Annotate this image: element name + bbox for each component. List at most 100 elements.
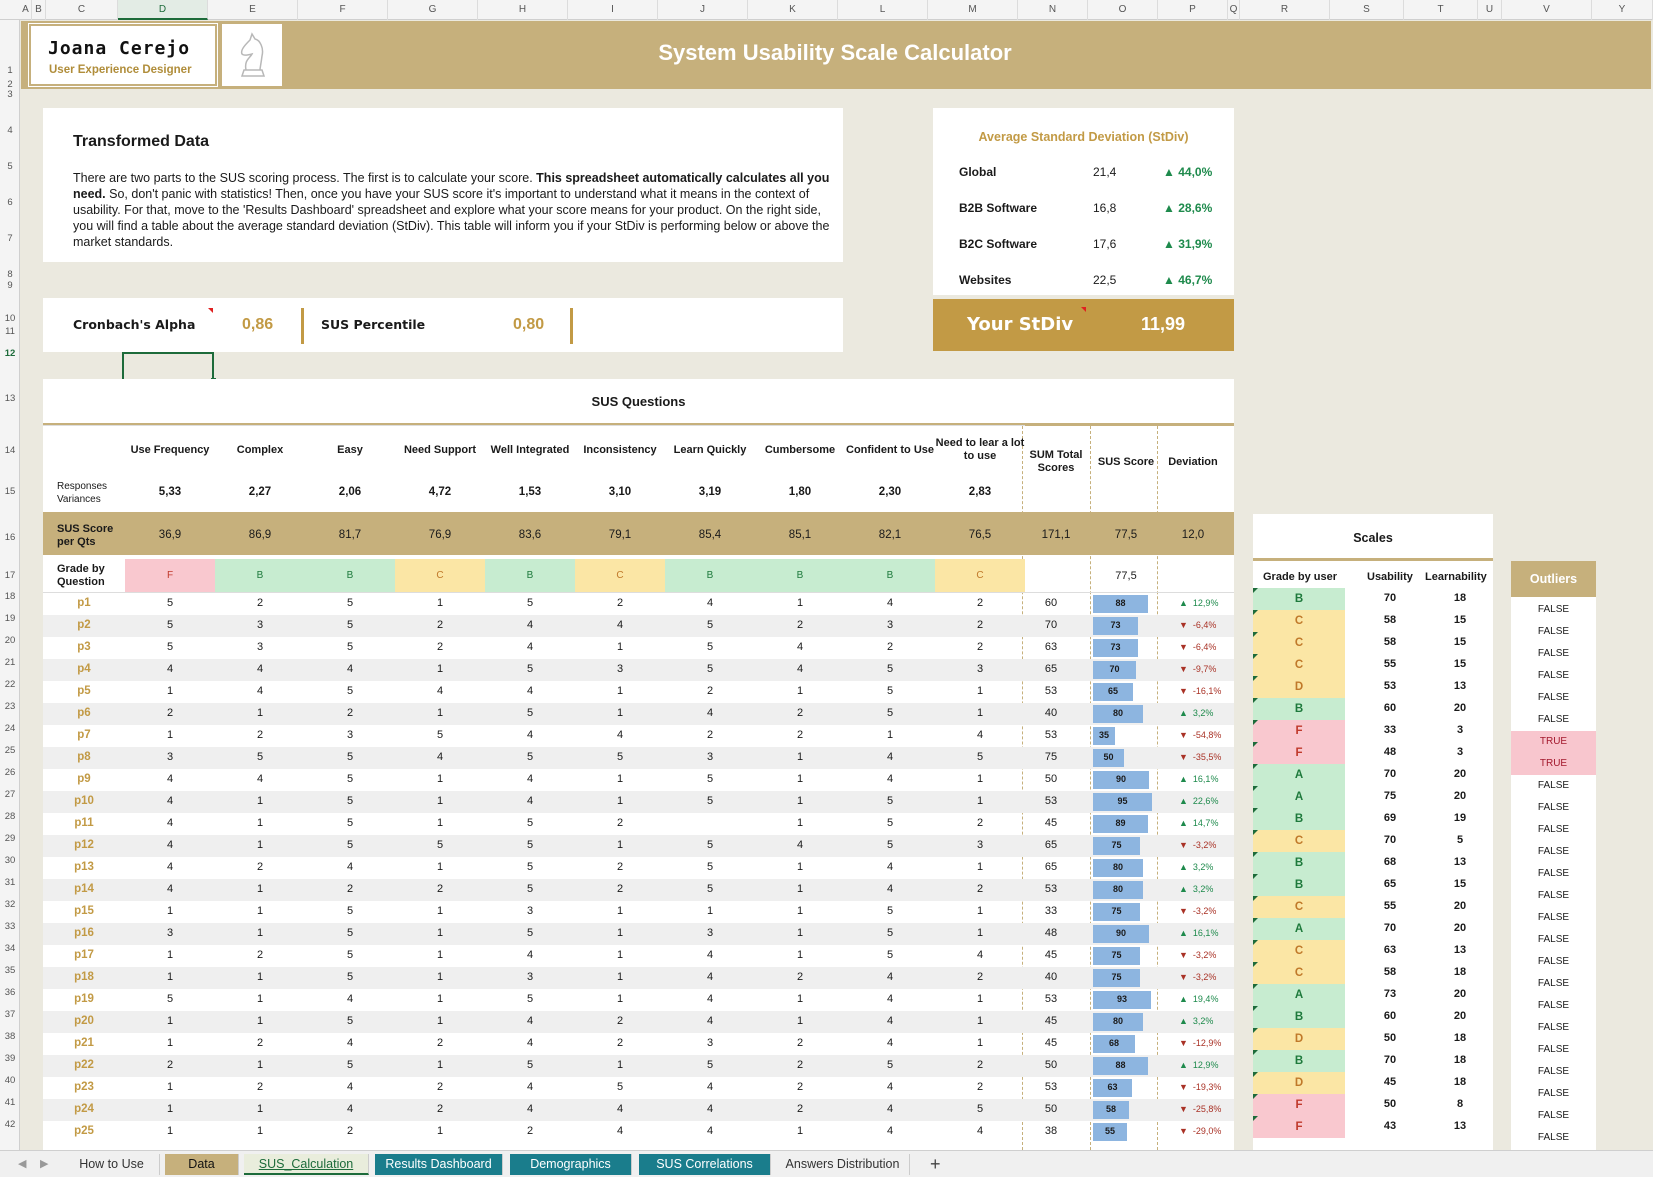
selected-cell[interactable] — [122, 352, 216, 383]
row-header-29[interactable]: 29 — [0, 833, 20, 844]
column-header-n[interactable]: N — [1018, 0, 1088, 20]
column-header-b[interactable]: B — [32, 0, 46, 20]
column-header-v[interactable]: V — [1502, 0, 1592, 20]
row-header-5[interactable]: 5 — [0, 161, 20, 172]
sus-percentile-value[interactable]: 0,80 — [513, 316, 544, 334]
total-score: 45 — [1044, 949, 1058, 961]
sheet-tab-sus-correlations[interactable]: SUS Correlations — [639, 1154, 771, 1175]
sheet-tab-how-to-use[interactable]: How to Use — [64, 1154, 160, 1175]
next-sheet-icon[interactable]: ▶ — [40, 1157, 48, 1170]
row-header-17[interactable]: 17 — [0, 570, 20, 581]
sheet-tab-sus-calculation[interactable]: SUS_Calculation — [244, 1154, 369, 1175]
cell-note-marker — [1253, 1116, 1258, 1121]
row-header-22[interactable]: 22 — [0, 679, 20, 690]
row-header-16[interactable]: 16 — [0, 532, 20, 543]
column-header-y[interactable]: Y — [1592, 0, 1653, 20]
row-header-31[interactable]: 31 — [0, 877, 20, 888]
column-header-e[interactable]: E — [208, 0, 298, 20]
row-header-4[interactable]: 4 — [0, 125, 20, 136]
row-header-41[interactable]: 41 — [0, 1097, 20, 1108]
row-header-19[interactable]: 19 — [0, 613, 20, 624]
column-header-h[interactable]: H — [478, 0, 568, 20]
row-header-1[interactable]: 1 — [0, 65, 20, 76]
cell-note-marker — [1253, 676, 1258, 681]
stdiv-panel: Average Standard Deviation (StDiv) Globa… — [933, 108, 1234, 295]
row-header-12[interactable]: 12 — [0, 348, 20, 359]
column-header-u[interactable]: U — [1478, 0, 1502, 20]
column-header-m[interactable]: M — [928, 0, 1018, 20]
row-header-21[interactable]: 21 — [0, 657, 20, 668]
answer-value: 5 — [346, 685, 354, 697]
row-header-28[interactable]: 28 — [0, 811, 20, 822]
learnability-value: 15 — [1453, 878, 1467, 890]
column-header-c[interactable]: C — [46, 0, 118, 20]
cell-note-marker — [1253, 1006, 1258, 1011]
row-header-27[interactable]: 27 — [0, 789, 20, 800]
row-header-37[interactable]: 37 — [0, 1009, 20, 1020]
column-header-t[interactable]: T — [1404, 0, 1478, 20]
row-header-8[interactable]: 8 — [0, 269, 20, 280]
sus-score-value: 65 — [1107, 686, 1118, 696]
row-header-13[interactable]: 13 — [0, 393, 20, 404]
outliers-header: Outliers — [1511, 561, 1596, 597]
row-header-30[interactable]: 30 — [0, 855, 20, 866]
sheet-tab-results-dashboard[interactable]: Results Dashboard — [375, 1154, 503, 1175]
prev-sheet-icon[interactable]: ◀ — [18, 1157, 26, 1170]
column-header-o[interactable]: O — [1088, 0, 1158, 20]
stdiv-change-text: 28,6% — [1178, 201, 1213, 215]
row-header-42[interactable]: 42 — [0, 1119, 20, 1130]
column-header-f[interactable]: F — [298, 0, 388, 20]
column-header-j[interactable]: J — [658, 0, 748, 20]
row-header-9[interactable]: 9 — [0, 280, 20, 291]
column-header-i[interactable]: I — [568, 0, 658, 20]
row-header-38[interactable]: 38 — [0, 1031, 20, 1042]
usability-value: 70 — [1383, 592, 1397, 604]
row-header-14[interactable]: 14 — [0, 445, 20, 456]
row-header-18[interactable]: 18 — [0, 591, 20, 602]
comment-marker[interactable] — [1081, 307, 1086, 312]
question-header: Well Integrated — [490, 443, 570, 456]
scales-panel: Scales Grade by user Usability Learnabil… — [1253, 514, 1493, 1150]
answer-value: 1 — [256, 839, 264, 851]
row-header-34[interactable]: 34 — [0, 943, 20, 954]
add-sheet-icon[interactable]: + — [930, 1154, 941, 1175]
column-header-g[interactable]: G — [388, 0, 478, 20]
column-header-r[interactable]: R — [1240, 0, 1330, 20]
sheet-tab-data[interactable]: Data — [165, 1154, 239, 1175]
row-header-39[interactable]: 39 — [0, 1053, 20, 1064]
row-header-3[interactable]: 3 — [0, 89, 20, 100]
row-header-35[interactable]: 35 — [0, 965, 20, 976]
row-header-33[interactable]: 33 — [0, 921, 20, 932]
row-header-26[interactable]: 26 — [0, 767, 20, 778]
row-header-32[interactable]: 32 — [0, 899, 20, 910]
column-header-l[interactable]: L — [838, 0, 928, 20]
comment-marker[interactable] — [208, 308, 213, 313]
column-header-d[interactable]: D — [118, 0, 208, 20]
row-header-23[interactable]: 23 — [0, 701, 20, 712]
column-header-s[interactable]: S — [1330, 0, 1404, 20]
row-header-6[interactable]: 6 — [0, 197, 20, 208]
answer-value: 1 — [976, 1037, 984, 1049]
row-header-40[interactable]: 40 — [0, 1075, 20, 1086]
row-header-20[interactable]: 20 — [0, 635, 20, 646]
outlier-value: FALSE — [1537, 934, 1570, 945]
column-header-a[interactable]: A — [20, 0, 32, 20]
answer-value: 5 — [346, 971, 354, 983]
your-stdiv-value[interactable]: 11,99 — [1141, 314, 1185, 335]
row-header-15[interactable]: 15 — [0, 486, 20, 497]
column-header-p[interactable]: P — [1158, 0, 1228, 20]
sheet-tab-answers-distribution[interactable]: Answers Distribution — [776, 1154, 910, 1175]
column-header-q[interactable]: Q — [1228, 0, 1240, 20]
row-header-10[interactable]: 10 — [0, 313, 20, 324]
answer-value: 1 — [436, 927, 444, 939]
column-header-k[interactable]: K — [748, 0, 838, 20]
row-header-25[interactable]: 25 — [0, 745, 20, 756]
sus-score-bar: 65 — [1093, 683, 1133, 701]
sheet-tab-demographics[interactable]: Demographics — [510, 1154, 632, 1175]
variance-value: 3,10 — [608, 486, 632, 498]
row-header-36[interactable]: 36 — [0, 987, 20, 998]
row-header-24[interactable]: 24 — [0, 723, 20, 734]
row-header-7[interactable]: 7 — [0, 233, 20, 244]
row-header-11[interactable]: 11 — [0, 326, 20, 337]
cronbach-alpha-value[interactable]: 0,86 — [242, 316, 273, 334]
